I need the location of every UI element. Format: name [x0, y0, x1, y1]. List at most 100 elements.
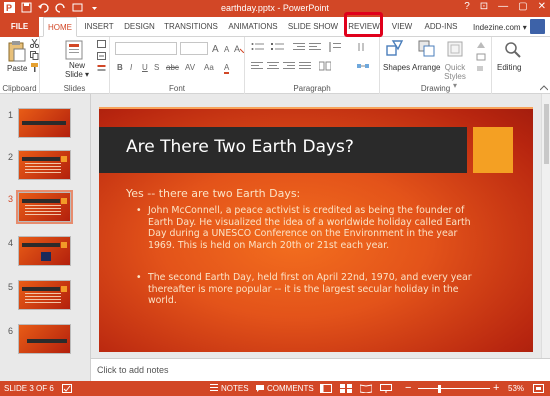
cut-icon[interactable] — [29, 38, 40, 50]
slide-thumbnail-4[interactable] — [18, 236, 71, 266]
tab-slide-show[interactable]: SLIDE SHOW — [286, 17, 340, 37]
tab-add-ins[interactable]: ADD-INS — [420, 17, 462, 37]
slide-level1-text[interactable]: Yes -- there are two Earth Days: — [126, 187, 300, 200]
comments-button[interactable]: COMMENTS — [267, 384, 314, 393]
font-family-select[interactable] — [115, 42, 177, 55]
slide-thumbnail-5[interactable] — [18, 280, 71, 310]
vertical-scrollbar[interactable] — [541, 94, 550, 358]
slide-bullet-2[interactable]: The second Earth Day, held first on Apri… — [136, 272, 476, 307]
quick-styles-icon[interactable] — [446, 40, 464, 60]
reset-icon[interactable] — [97, 52, 106, 62]
slide-accent-square — [473, 127, 513, 173]
fit-to-window-icon[interactable] — [533, 384, 544, 395]
maximize-button[interactable]: ▢ — [518, 1, 527, 12]
align-right-icon[interactable] — [283, 61, 295, 73]
collapse-ribbon-icon[interactable] — [539, 83, 549, 93]
format-painter-icon[interactable] — [30, 63, 39, 74]
comments-icon[interactable] — [255, 384, 265, 395]
align-center-icon[interactable] — [267, 61, 279, 73]
group-label-paragraph: Paragraph — [293, 84, 331, 93]
group-paragraph: Paragraph — [245, 37, 380, 94]
zoom-level[interactable]: 53% — [508, 384, 524, 393]
new-slide-button-label[interactable]: New Slide ▾ — [62, 61, 92, 79]
slide-bullet-1[interactable]: John McConnell, a peace activist is cred… — [136, 205, 476, 251]
spelling-check-icon[interactable] — [62, 384, 72, 395]
help-button[interactable]: ? — [464, 1, 470, 12]
bold-button[interactable]: B — [117, 63, 123, 72]
tab-design[interactable]: DESIGN — [121, 17, 158, 37]
smartart-icon[interactable] — [357, 61, 369, 73]
shape-fill-icon[interactable] — [476, 41, 486, 51]
arrange-icon[interactable] — [418, 40, 436, 60]
bullets-icon[interactable] — [251, 42, 265, 54]
shapes-button-label[interactable]: Shapes — [383, 63, 410, 72]
tab-insert[interactable]: INSERT — [81, 17, 117, 37]
shape-outline-icon[interactable] — [476, 53, 486, 63]
paste-button-label[interactable]: Paste — [7, 64, 27, 73]
font-color-button[interactable]: A — [224, 63, 230, 74]
tab-file[interactable]: FILE — [0, 17, 39, 37]
section-icon[interactable] — [97, 64, 106, 74]
find-icon[interactable] — [504, 41, 522, 61]
italic-button[interactable]: I — [130, 63, 132, 72]
editing-button-label[interactable]: Editing — [497, 63, 521, 72]
numbering-icon[interactable] — [271, 42, 285, 54]
reading-view-icon[interactable] — [359, 384, 373, 395]
layout-icon[interactable] — [97, 40, 106, 50]
notes-placeholder[interactable]: Click to add notes — [97, 365, 169, 375]
shapes-icon[interactable] — [386, 40, 404, 60]
new-slide-icon[interactable] — [65, 40, 83, 62]
zoom-slider-knob[interactable] — [438, 385, 441, 393]
columns-icon[interactable] — [318, 61, 332, 73]
current-slide[interactable]: Are There Two Earth Days? Yes -- there a… — [99, 107, 533, 352]
increase-indent-icon[interactable] — [309, 42, 321, 54]
copy-icon[interactable] — [30, 51, 39, 62]
decrease-indent-icon[interactable] — [293, 42, 305, 54]
text-direction-icon[interactable] — [357, 42, 369, 54]
clear-formatting-icon[interactable]: A — [234, 43, 245, 55]
slide-thumbnail-2[interactable] — [18, 150, 71, 180]
slide-thumbnail-3[interactable] — [16, 190, 73, 224]
shape-effects-icon[interactable] — [476, 65, 486, 75]
close-button[interactable]: ✕ — [538, 1, 546, 12]
tab-transitions[interactable]: TRANSITIONS — [162, 17, 220, 37]
slide-thumbnail-pane[interactable]: 1 2 3 4 5 6 — [0, 94, 91, 381]
justify-icon[interactable] — [299, 61, 311, 73]
thumbnail-number: 3 — [8, 194, 14, 204]
character-spacing-button[interactable]: AV — [185, 63, 195, 72]
slide-title[interactable]: Are There Two Earth Days? — [126, 137, 354, 157]
tab-view[interactable]: VIEW — [389, 17, 415, 37]
notes-pane[interactable]: Click to add notes — [91, 358, 550, 381]
decrease-font-icon[interactable]: A — [224, 44, 234, 55]
user-account[interactable]: Indezine.com ▾ — [473, 23, 527, 32]
tab-animations[interactable]: ANIMATIONS — [224, 17, 282, 37]
status-bar: SLIDE 3 OF 6 NOTES COMMENTS − + 53% — [0, 381, 550, 396]
zoom-out-button[interactable]: − — [405, 382, 411, 394]
font-size-select[interactable] — [180, 42, 208, 55]
shadow-button[interactable]: S — [154, 63, 159, 72]
scrollbar-thumb[interactable] — [544, 104, 549, 164]
align-left-icon[interactable] — [251, 61, 263, 73]
thumbnail-number: 4 — [8, 238, 14, 248]
slide-thumbnail-6[interactable] — [18, 324, 71, 354]
zoom-slider[interactable] — [418, 388, 490, 389]
increase-font-icon[interactable]: A — [212, 43, 224, 55]
notes-icon[interactable] — [210, 384, 218, 395]
minimize-button[interactable]: — — [498, 1, 508, 12]
avatar[interactable] — [530, 19, 545, 34]
line-spacing-icon[interactable] — [329, 42, 341, 54]
slide-sorter-icon[interactable] — [340, 384, 352, 395]
tab-home[interactable]: HOME — [43, 17, 77, 37]
notes-button[interactable]: NOTES — [221, 384, 249, 393]
arrange-button-label[interactable]: Arrange — [412, 63, 440, 72]
ribbon-display-icon[interactable]: ⊡ — [480, 1, 488, 12]
paste-icon[interactable] — [6, 40, 26, 64]
underline-button[interactable]: U — [142, 63, 148, 72]
slide-show-icon[interactable] — [380, 384, 392, 395]
slide-thumbnail-1[interactable] — [18, 108, 71, 138]
normal-view-icon[interactable] — [320, 384, 332, 395]
group-label-drawing: Drawing — [420, 84, 451, 93]
change-case-button[interactable]: Aa — [204, 63, 214, 72]
zoom-in-button[interactable]: + — [493, 382, 499, 394]
strikethrough-button[interactable]: abc — [166, 63, 179, 72]
